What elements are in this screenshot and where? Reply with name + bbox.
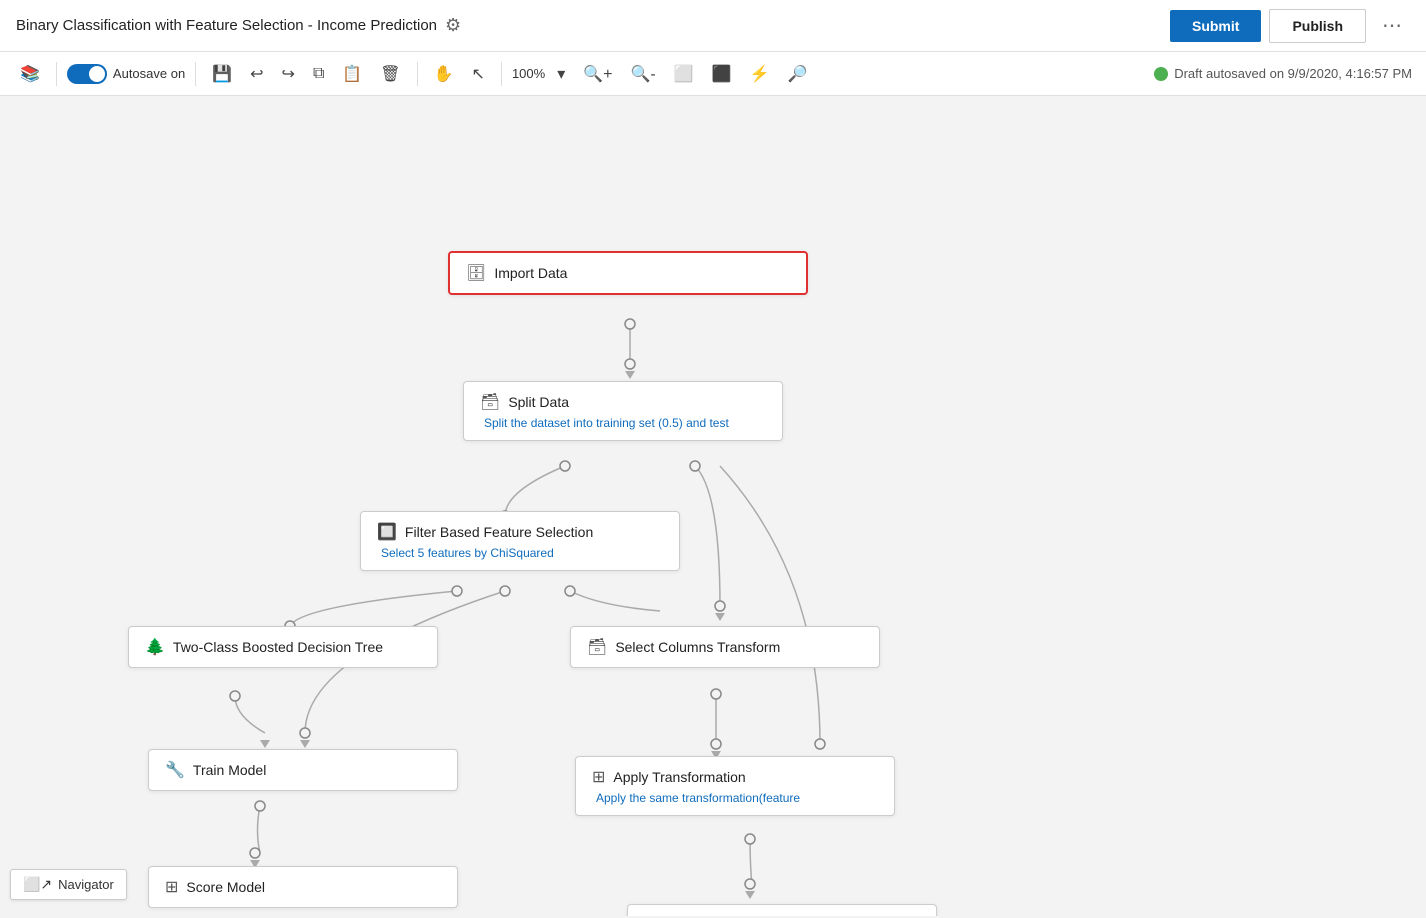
delete-icon[interactable]: 🗑: [374, 60, 406, 88]
divider-2: [195, 62, 196, 86]
apply-transformation-desc: Apply the same transformation(feature: [592, 791, 878, 805]
redo-icon[interactable]: ↪: [276, 60, 301, 88]
train-model-node[interactable]: 🔧 Train Model: [148, 749, 458, 791]
undo-icon[interactable]: ↩: [244, 60, 269, 88]
header-left: Binary Classification with Feature Selec…: [16, 15, 461, 36]
score-model-icon: ⊞: [165, 877, 178, 897]
toggle-switch[interactable]: [67, 64, 107, 84]
two-class-title: 🌲 Two-Class Boosted Decision Tree: [145, 637, 421, 657]
select-columns-dataset-title: 🗃 Select Columns in Dataset: [644, 915, 920, 916]
import-data-node[interactable]: 🗄 Import Data: [448, 251, 808, 295]
zoom-level: 100%: [512, 66, 545, 81]
header-right: Submit Publish ⋯: [1170, 9, 1410, 43]
settings-icon[interactable]: ⚙: [445, 15, 461, 36]
search-icon[interactable]: 🔎: [782, 60, 814, 88]
select-columns-transform-title: 🗃 Select Columns Transform: [587, 637, 863, 657]
divider-1: [56, 62, 57, 86]
toolbar: 📚 Autosave on 💾 ↩ ↪ ⧉ 📋 🗑 ✋ ↖ 100% ▾ 🔍+ …: [0, 52, 1426, 96]
filter-based-desc: Select 5 features by ChiSquared: [377, 546, 663, 560]
train-model-icon: 🔧: [165, 760, 185, 780]
fit-view-icon[interactable]: ⬜: [668, 60, 700, 88]
divider-3: [417, 62, 418, 86]
split-data-node[interactable]: 🗃 Split Data Split the dataset into trai…: [463, 381, 783, 441]
filter-based-title: 🔲 Filter Based Feature Selection: [377, 522, 663, 542]
zoom-dropdown-icon[interactable]: ▾: [551, 60, 571, 88]
navigator-icon: ⬜↗: [23, 876, 52, 893]
autosave-status: Draft autosaved on 9/9/2020, 4:16:57 PM: [1154, 66, 1412, 81]
library-icon[interactable]: 📚: [14, 60, 46, 88]
select-columns-dataset-icon: 🗃: [644, 915, 664, 916]
autosave-toggle[interactable]: Autosave on: [67, 64, 185, 84]
toggle-knob: [89, 66, 105, 82]
page-title: Binary Classification with Feature Selec…: [16, 17, 437, 34]
select-icon[interactable]: ↖: [466, 60, 491, 88]
submit-button[interactable]: Submit: [1170, 10, 1261, 42]
autosave-label: Autosave on: [113, 66, 185, 81]
publish-button[interactable]: Publish: [1269, 9, 1366, 43]
status-text: Draft autosaved on 9/9/2020, 4:16:57 PM: [1174, 66, 1412, 81]
status-indicator: [1154, 67, 1168, 81]
apply-transformation-icon: ⊞: [592, 767, 605, 787]
divider-4: [501, 62, 502, 86]
navigator-label: Navigator: [58, 877, 114, 892]
import-data-icon: 🗄: [466, 263, 486, 283]
zoom-in-icon[interactable]: 🔍+: [577, 60, 618, 88]
pan-icon[interactable]: ✋: [428, 60, 460, 88]
navigator-button[interactable]: ⬜↗ Navigator: [10, 869, 127, 900]
score-model-title: ⊞ Score Model: [165, 877, 441, 897]
split-data-desc: Split the dataset into training set (0.5…: [480, 416, 766, 430]
canvas: 🗄 Import Data 🗃 Split Data Split the dat…: [0, 96, 1426, 916]
save-icon[interactable]: 💾: [206, 60, 238, 88]
paste-icon[interactable]: 📋: [336, 60, 368, 88]
train-model-title: 🔧 Train Model: [165, 760, 441, 780]
header: Binary Classification with Feature Selec…: [0, 0, 1426, 52]
flash-icon[interactable]: ⚡: [744, 60, 776, 88]
select-columns-transform-icon: 🗃: [587, 637, 607, 657]
screen-icon[interactable]: ⬛: [706, 60, 738, 88]
filter-based-node[interactable]: 🔲 Filter Based Feature Selection Select …: [360, 511, 680, 571]
more-options-button[interactable]: ⋯: [1374, 9, 1410, 42]
select-columns-dataset-node[interactable]: 🗃 Select Columns in Dataset Exclude labe…: [627, 904, 937, 916]
split-data-icon: 🗃: [480, 392, 500, 412]
zoom-out-icon[interactable]: 🔍-: [624, 60, 661, 88]
two-class-icon: 🌲: [145, 637, 165, 657]
copy-icon[interactable]: ⧉: [307, 61, 330, 87]
two-class-node[interactable]: 🌲 Two-Class Boosted Decision Tree: [128, 626, 438, 668]
apply-transformation-title: ⊞ Apply Transformation: [592, 767, 878, 787]
apply-transformation-node[interactable]: ⊞ Apply Transformation Apply the same tr…: [575, 756, 895, 816]
score-model-node[interactable]: ⊞ Score Model: [148, 866, 458, 908]
filter-based-icon: 🔲: [377, 522, 397, 542]
split-data-title: 🗃 Split Data: [480, 392, 766, 412]
import-data-title: 🗄 Import Data: [466, 263, 790, 283]
select-columns-transform-node[interactable]: 🗃 Select Columns Transform: [570, 626, 880, 668]
